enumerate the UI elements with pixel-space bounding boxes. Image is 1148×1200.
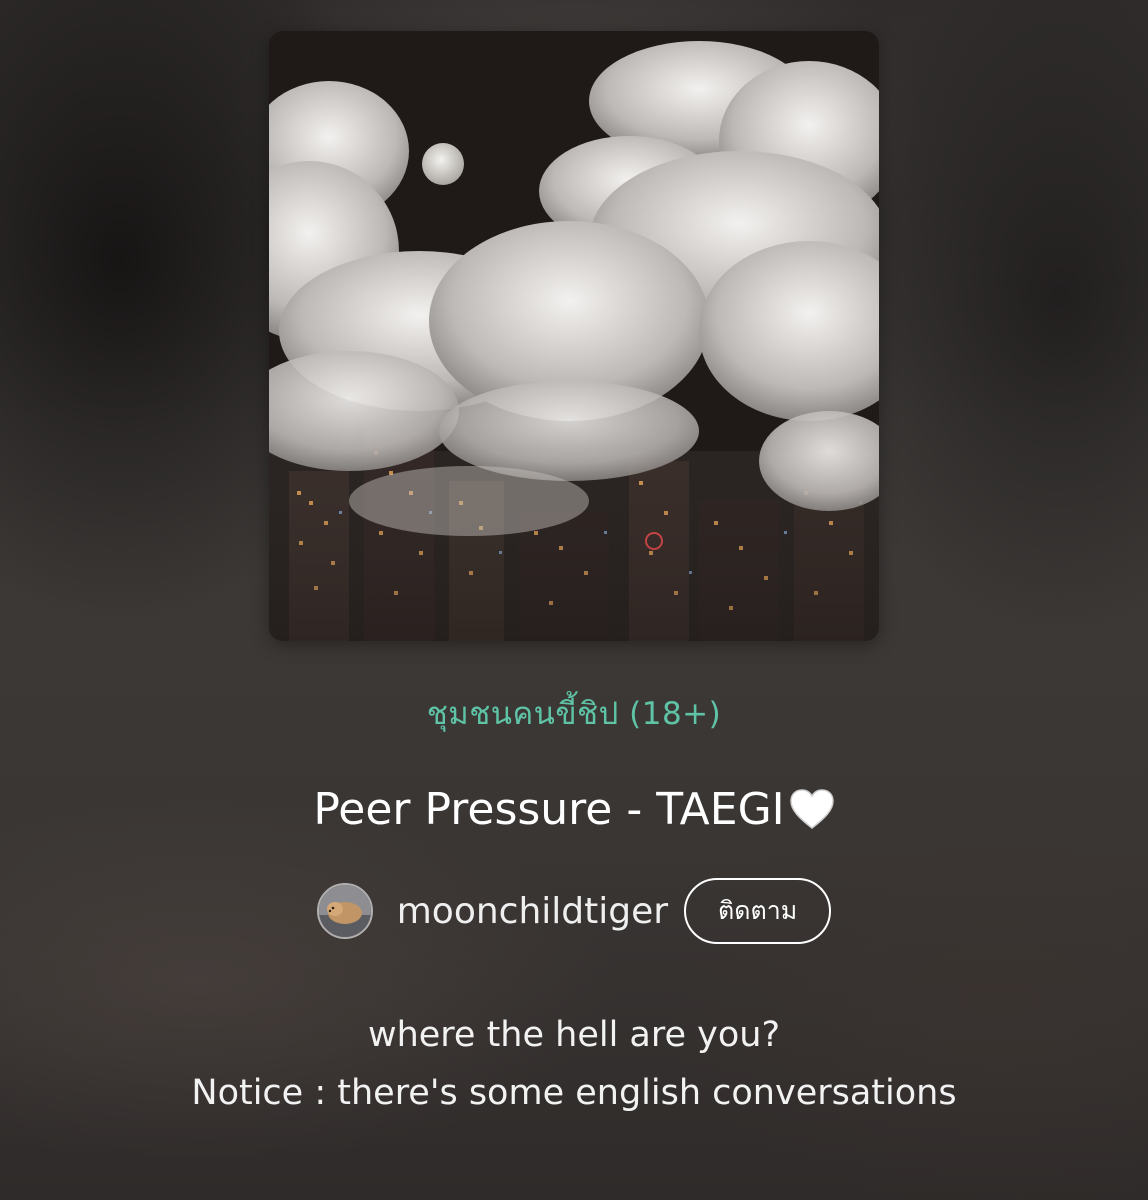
story-description: where the hell are you? Notice : there's… <box>0 1006 1148 1122</box>
cover-art <box>269 31 879 641</box>
author-row: moonchildtiger ติดตาม <box>0 877 1148 945</box>
description-line-2: Notice : there's some english conversati… <box>191 1073 957 1113</box>
description-line-1: where the hell are you? <box>367 1015 781 1055</box>
story-cover-image[interactable] <box>269 31 879 641</box>
avatar[interactable] <box>316 883 373 939</box>
moon <box>422 143 464 185</box>
story-title: Peer Pressure - TAEGI <box>0 784 1148 835</box>
author-name[interactable]: moonchildtiger <box>397 891 668 932</box>
story-title-text: Peer Pressure - TAEGI <box>313 784 785 835</box>
follow-button[interactable]: ติดตาม <box>684 878 832 944</box>
community-name-link[interactable]: ชุมชนคนขี้ชิป (18+) <box>0 688 1148 738</box>
white-heart-icon <box>789 788 835 830</box>
